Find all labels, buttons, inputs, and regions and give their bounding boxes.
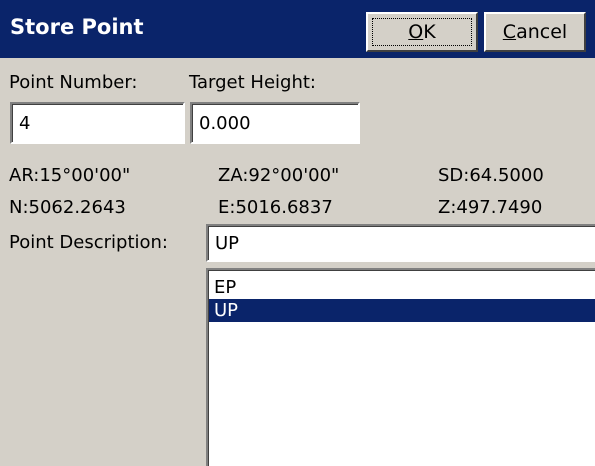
point-description-list[interactable]: EP UP	[206, 268, 595, 466]
point-number-label: Point Number:	[9, 72, 138, 93]
point-number-input[interactable]	[10, 102, 185, 144]
list-item-up[interactable]: UP	[209, 299, 595, 322]
e-reading: E:5016.6837	[218, 197, 333, 218]
cancel-button[interactable]: Cancel	[484, 12, 586, 52]
title-bar: Store Point OK Cancel	[0, 0, 595, 58]
focus-rectangle	[372, 18, 472, 46]
z-reading: Z:497.7490	[438, 197, 543, 218]
sd-reading: SD:64.5000	[438, 165, 544, 186]
target-height-label: Target Height:	[189, 72, 316, 93]
dialog-title: Store Point	[10, 15, 144, 39]
target-height-input[interactable]	[190, 102, 360, 144]
n-reading: N:5062.2643	[9, 197, 126, 218]
cancel-accelerator: C	[502, 21, 517, 43]
point-description-input[interactable]	[206, 224, 595, 262]
point-description-label: Point Description:	[9, 232, 168, 253]
list-item-ep[interactable]: EP	[209, 276, 595, 299]
cancel-label-rest: ancel	[516, 21, 568, 43]
za-reading: ZA:92°00'00"	[218, 165, 340, 186]
store-point-dialog: Store Point OK Cancel Point Number: Targ…	[0, 0, 595, 466]
ar-reading: AR:15°00'00"	[9, 165, 131, 186]
ok-button[interactable]: OK	[366, 12, 478, 52]
